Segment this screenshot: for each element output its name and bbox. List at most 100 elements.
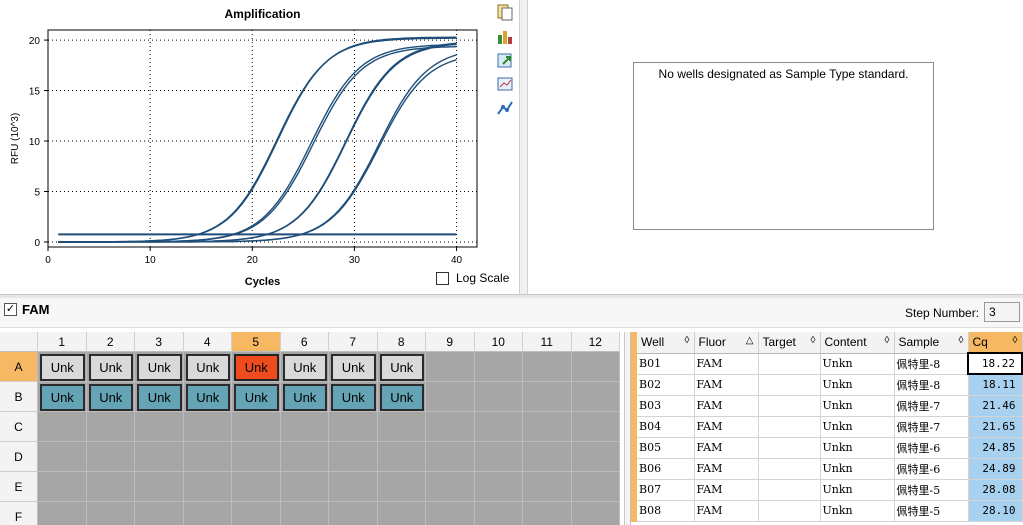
zoom-icon[interactable] xyxy=(495,74,515,94)
plate-cell[interactable] xyxy=(135,442,184,472)
cell-sample[interactable]: 佩特里-5 xyxy=(894,479,969,501)
cell-target[interactable] xyxy=(758,458,821,480)
plate-well[interactable]: Unk xyxy=(40,384,85,411)
cell-target[interactable] xyxy=(758,437,821,459)
plate-column-header[interactable]: 6 xyxy=(280,332,329,352)
plate-column-header[interactable]: 7 xyxy=(329,332,378,352)
cell-target[interactable] xyxy=(758,395,821,417)
trace-style-icon[interactable] xyxy=(495,98,515,118)
plate-cell[interactable] xyxy=(86,412,135,442)
plate-cell[interactable] xyxy=(426,352,475,382)
plate-well[interactable]: Unk xyxy=(88,354,133,381)
cell-well[interactable]: B05 xyxy=(631,437,695,459)
plate-column-header[interactable]: 5 xyxy=(232,332,281,352)
plate-cell[interactable] xyxy=(232,502,281,525)
column-header-well[interactable]: Well ◊ xyxy=(631,332,695,354)
export-icon[interactable] xyxy=(495,50,515,70)
plate-column-header[interactable]: 12 xyxy=(571,332,620,352)
cell-well[interactable]: B04 xyxy=(631,416,695,438)
plate-cell[interactable] xyxy=(280,502,329,525)
cell-content[interactable]: Unkn xyxy=(820,458,895,480)
plate-row-header[interactable]: B xyxy=(0,382,38,412)
plate-cell[interactable] xyxy=(523,412,572,442)
plate-cell[interactable] xyxy=(426,442,475,472)
plate-cell[interactable] xyxy=(329,502,378,525)
plate-corner[interactable] xyxy=(0,332,38,352)
cell-target[interactable] xyxy=(758,500,821,522)
cell-cq[interactable]: 24.85 xyxy=(968,437,1023,459)
cell-well[interactable]: B01 xyxy=(631,353,695,375)
column-header-content[interactable]: Content ◊ xyxy=(820,332,895,354)
plate-cell[interactable] xyxy=(474,442,523,472)
plate-cell[interactable] xyxy=(329,472,378,502)
plate-well[interactable]: Unk xyxy=(331,384,376,411)
plate-column-header[interactable]: 10 xyxy=(474,332,523,352)
cell-well[interactable]: B02 xyxy=(631,374,695,396)
plate-well[interactable]: Unk xyxy=(234,384,279,411)
plate-cell[interactable] xyxy=(571,472,620,502)
table-row[interactable]: B08 FAM Unkn 佩特里-5 28.10 xyxy=(631,500,1023,522)
plate-cell[interactable] xyxy=(86,442,135,472)
plate-column-header[interactable]: 9 xyxy=(426,332,475,352)
plate-cell[interactable] xyxy=(135,472,184,502)
cell-content[interactable]: Unkn xyxy=(820,500,895,522)
table-row[interactable]: B03 FAM Unkn 佩特里-7 21.46 xyxy=(631,395,1023,417)
cell-target[interactable] xyxy=(758,353,821,375)
plate-cell[interactable] xyxy=(523,382,572,412)
plate-cell[interactable] xyxy=(183,412,232,442)
table-row[interactable]: B02 FAM Unkn 佩特里-8 18.11 xyxy=(631,374,1023,396)
cell-fluor[interactable]: FAM xyxy=(694,437,759,459)
plate-column-header[interactable]: 11 xyxy=(523,332,572,352)
cell-well[interactable]: B03 xyxy=(631,395,695,417)
cell-fluor[interactable]: FAM xyxy=(694,374,759,396)
cell-sample[interactable]: 佩特里-8 xyxy=(894,353,969,375)
plate-cell[interactable] xyxy=(426,472,475,502)
step-number-field[interactable]: 3 xyxy=(984,302,1020,322)
cell-fluor[interactable]: FAM xyxy=(694,500,759,522)
plate-row-header[interactable]: E xyxy=(0,472,38,502)
plate-well[interactable]: Unk xyxy=(88,384,133,411)
table-row[interactable]: B04 FAM Unkn 佩特里-7 21.65 xyxy=(631,416,1023,438)
plate-cell[interactable] xyxy=(329,412,378,442)
plate-well[interactable]: Unk xyxy=(282,354,327,381)
column-header-target[interactable]: Target ◊ xyxy=(758,332,821,354)
cell-fluor[interactable]: FAM xyxy=(694,479,759,501)
cell-cq[interactable]: 24.89 xyxy=(968,458,1023,480)
plate-column-header[interactable]: 8 xyxy=(377,332,426,352)
plate-cell[interactable] xyxy=(377,412,426,442)
plate-well[interactable]: Unk xyxy=(185,384,230,411)
plate-cell[interactable] xyxy=(38,412,87,442)
plate-cell[interactable] xyxy=(232,412,281,442)
cell-content[interactable]: Unkn xyxy=(820,479,895,501)
plate-cell[interactable] xyxy=(280,412,329,442)
plate-cell[interactable] xyxy=(426,502,475,525)
plate-column-header[interactable]: 3 xyxy=(135,332,184,352)
cell-content[interactable]: Unkn xyxy=(820,416,895,438)
plate-column-header[interactable]: 2 xyxy=(86,332,135,352)
plate-cell[interactable] xyxy=(571,502,620,525)
plate-cell[interactable] xyxy=(571,412,620,442)
plate-row-header[interactable]: F xyxy=(0,502,38,525)
plate-cell[interactable] xyxy=(571,442,620,472)
plate-well[interactable]: Unk xyxy=(185,354,230,381)
plate-cell[interactable] xyxy=(377,442,426,472)
table-row[interactable]: B05 FAM Unkn 佩特里-6 24.85 xyxy=(631,437,1023,459)
cell-cq[interactable]: 18.22 xyxy=(967,352,1023,375)
plate-cell[interactable] xyxy=(474,502,523,525)
cell-target[interactable] xyxy=(758,416,821,438)
plate-cell[interactable] xyxy=(86,502,135,525)
cell-content[interactable]: Unkn xyxy=(820,353,895,375)
cell-sample[interactable]: 佩特里-7 xyxy=(894,395,969,417)
cell-cq[interactable]: 18.11 xyxy=(968,374,1023,396)
chart-settings-icon[interactable] xyxy=(495,26,515,46)
cell-sample[interactable]: 佩特里-5 xyxy=(894,500,969,522)
cell-content[interactable]: Unkn xyxy=(820,395,895,417)
cell-well[interactable]: B07 xyxy=(631,479,695,501)
plate-cell[interactable] xyxy=(571,352,620,382)
table-row[interactable]: B07 FAM Unkn 佩特里-5 28.08 xyxy=(631,479,1023,501)
plate-cell[interactable] xyxy=(183,502,232,525)
plate-cell[interactable] xyxy=(38,442,87,472)
plate-cell[interactable] xyxy=(183,442,232,472)
plate-well[interactable]: Unk xyxy=(331,354,376,381)
plate-cell[interactable] xyxy=(377,472,426,502)
